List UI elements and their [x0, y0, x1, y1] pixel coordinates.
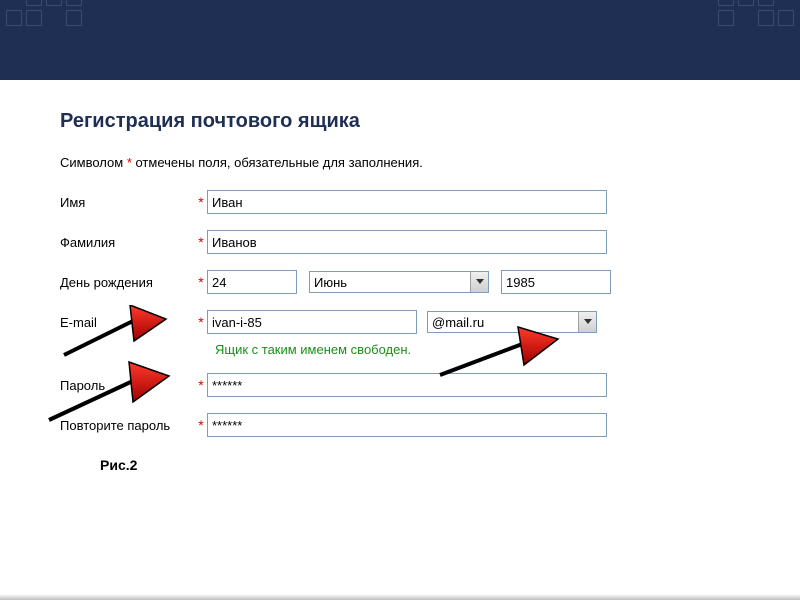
- password-confirm-input[interactable]: [207, 413, 607, 437]
- deco-squares-left: [6, 0, 82, 26]
- note-pre: Символом: [60, 155, 127, 170]
- label-email: E-mail: [60, 315, 195, 330]
- chevron-down-icon[interactable]: [578, 312, 596, 332]
- email-local-input[interactable]: [207, 310, 417, 334]
- asterisk-icon: *: [195, 377, 207, 393]
- row-birthday: День рождения * Июнь: [60, 270, 760, 294]
- row-password: Пароль *: [60, 373, 760, 397]
- bottom-shadow: [0, 594, 800, 600]
- asterisk-icon: *: [195, 417, 207, 433]
- note-post: отмечены поля, обязательные для заполнен…: [132, 155, 423, 170]
- birthday-year-input[interactable]: [501, 270, 611, 294]
- asterisk-icon: *: [195, 234, 207, 250]
- email-domain-value: @mail.ru: [432, 315, 484, 330]
- label-birthday: День рождения: [60, 275, 195, 290]
- email-domain-select[interactable]: @mail.ru: [427, 311, 597, 333]
- chevron-down-icon[interactable]: [470, 272, 488, 292]
- password-input[interactable]: [207, 373, 607, 397]
- header-band: [0, 0, 800, 80]
- birthday-day-input[interactable]: [207, 270, 297, 294]
- row-last-name: Фамилия *: [60, 230, 760, 254]
- row-password-confirm: Повторите пароль *: [60, 413, 760, 437]
- label-password-confirm: Повторите пароль: [60, 418, 195, 433]
- first-name-input[interactable]: [207, 190, 607, 214]
- page-title: Регистрация почтового ящика: [60, 110, 760, 133]
- last-name-input[interactable]: [207, 230, 607, 254]
- row-email: E-mail * @mail.ru: [60, 310, 760, 334]
- label-last-name: Фамилия: [60, 235, 195, 250]
- row-first-name: Имя *: [60, 190, 760, 214]
- birthday-month-select[interactable]: Июнь: [309, 271, 489, 293]
- availability-message: Ящик с таким именем свободен.: [215, 342, 760, 357]
- figure-caption: Рис.2: [100, 457, 760, 473]
- deco-squares-right: [718, 0, 794, 26]
- label-password: Пароль: [60, 378, 195, 393]
- required-note: Символом * отмечены поля, обязательные д…: [60, 155, 760, 170]
- asterisk-icon: *: [195, 274, 207, 290]
- asterisk-icon: *: [195, 314, 207, 330]
- birthday-month-value: Июнь: [314, 275, 347, 290]
- asterisk-icon: *: [195, 194, 207, 210]
- form-panel: Регистрация почтового ящика Символом * о…: [0, 80, 800, 483]
- label-first-name: Имя: [60, 195, 195, 210]
